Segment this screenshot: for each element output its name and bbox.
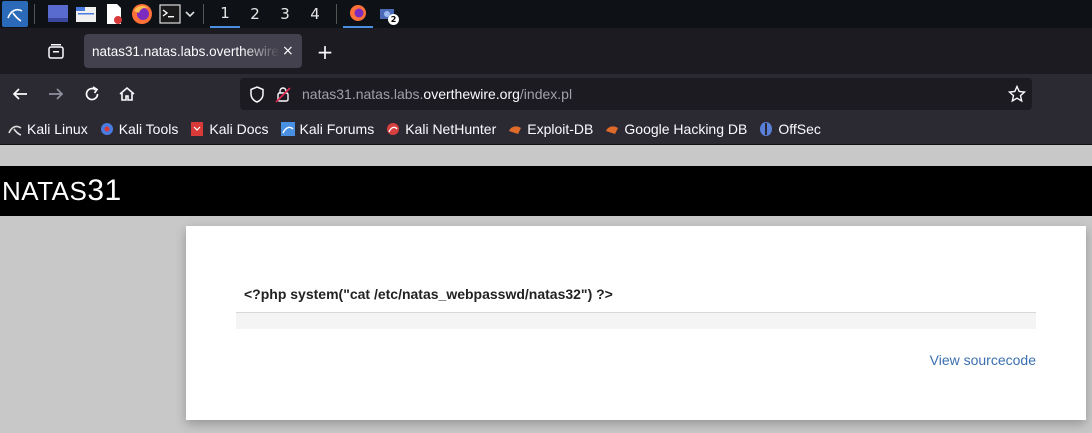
- firefox-icon: [350, 5, 366, 21]
- kali-docs-icon: [190, 122, 204, 136]
- php-code-line: <?php system("cat /etc/natas_webpasswd/n…: [244, 286, 613, 302]
- offsec-icon: [759, 122, 773, 136]
- ghdb-icon: [605, 122, 619, 136]
- bookmark-label: Exploit-DB: [527, 121, 594, 137]
- browser-tab-active[interactable]: natas31.natas.labs.overthewire.org ×: [84, 34, 302, 68]
- bookmark-label: Kali NetHunter: [405, 121, 497, 137]
- url-text[interactable]: natas31.natas.labs.overthewire.org/index…: [302, 86, 572, 102]
- bookmark-label: Kali Docs: [209, 121, 269, 137]
- kali-tools-icon: [100, 122, 114, 136]
- navigation-toolbar: natas31.natas.labs.overthewire.org/index…: [0, 74, 1092, 114]
- window-count-badge: 2: [388, 14, 399, 25]
- bookmark-star-icon[interactable]: [1007, 84, 1027, 107]
- terminal-icon[interactable]: [159, 3, 181, 25]
- bookmark-kali-forums[interactable]: Kali Forums: [280, 121, 375, 137]
- url-path: /index.pl: [519, 86, 573, 102]
- workspace-3[interactable]: 3: [270, 0, 300, 28]
- web-page: NATAS31 <?php system("cat /etc/natas_web…: [0, 146, 1092, 433]
- workspace-2[interactable]: 2: [240, 0, 270, 28]
- bookmark-label: OffSec: [778, 121, 821, 137]
- taskbar-separator: [34, 4, 35, 24]
- exploitdb-icon: [508, 122, 522, 136]
- file-manager-icon[interactable]: [75, 3, 97, 25]
- firefox-window-button[interactable]: [343, 0, 373, 28]
- page-title-text: NATAS: [2, 176, 88, 206]
- tab-title: natas31.natas.labs.overthewire.org: [92, 43, 280, 59]
- bookmark-label: Kali Forums: [299, 121, 375, 137]
- bookmark-kali-tools[interactable]: Kali Tools: [100, 121, 179, 137]
- workspace-1[interactable]: 1: [210, 0, 240, 28]
- url-host: overthewire.org: [423, 86, 520, 102]
- kali-forums-icon: [280, 122, 295, 136]
- kali-menu-icon[interactable]: [2, 1, 28, 27]
- page-header: NATAS31: [0, 166, 1092, 216]
- bookmark-label: Kali Tools: [118, 121, 179, 137]
- nethunter-icon: [386, 122, 400, 136]
- bookmark-label: Kali Linux: [27, 121, 88, 137]
- new-tab-button[interactable]: +: [314, 40, 336, 64]
- taskbar: 1 2 3 4 2: [0, 0, 1092, 28]
- address-bar[interactable]: natas31.natas.labs.overthewire.org/index…: [240, 78, 1032, 110]
- insecure-lock-icon[interactable]: [275, 86, 291, 107]
- chevron-down-icon[interactable]: [183, 3, 197, 25]
- workspace-4[interactable]: 4: [300, 0, 330, 28]
- page-title-number: 31: [87, 174, 122, 207]
- bookmark-kali-nethunter[interactable]: Kali NetHunter: [386, 121, 496, 137]
- view-source-link[interactable]: View sourcecode: [930, 352, 1036, 368]
- output-box: [236, 312, 1036, 329]
- bookmark-exploit-db[interactable]: Exploit-DB: [508, 121, 593, 137]
- bookmark-kali-linux[interactable]: Kali Linux: [8, 121, 88, 137]
- taskbar-separator: [336, 4, 337, 24]
- show-desktop-icon[interactable]: [47, 3, 69, 25]
- forward-icon[interactable]: [44, 82, 68, 106]
- screenshot-window-button[interactable]: 2: [373, 0, 403, 28]
- tab-list-icon[interactable]: [46, 41, 66, 61]
- firefox-icon[interactable]: [131, 3, 153, 25]
- bookmark-google-hacking-db[interactable]: Google Hacking DB: [605, 121, 747, 137]
- back-icon[interactable]: [8, 82, 32, 106]
- bookmark-label: Google Hacking DB: [624, 121, 748, 137]
- close-tab-icon[interactable]: ×: [282, 43, 294, 59]
- url-subdomain: natas31.natas.labs.: [302, 86, 424, 102]
- reload-icon[interactable]: [80, 82, 104, 106]
- bookmarks-toolbar: Kali Linux Kali Tools Kali Docs Kali For…: [0, 114, 1092, 145]
- home-icon[interactable]: [115, 82, 139, 106]
- content-panel: <?php system("cat /etc/natas_webpasswd/n…: [186, 226, 1086, 420]
- browser-tab-strip: natas31.natas.labs.overthewire.org × +: [0, 28, 1092, 74]
- bookmark-kali-docs[interactable]: Kali Docs: [190, 121, 269, 137]
- shield-icon[interactable]: [249, 86, 265, 107]
- text-editor-icon[interactable]: [103, 3, 125, 25]
- kali-icon: [8, 122, 22, 136]
- page-title: NATAS31: [2, 174, 122, 208]
- bookmark-offsec[interactable]: OffSec: [759, 121, 821, 137]
- taskbar-separator: [203, 4, 204, 24]
